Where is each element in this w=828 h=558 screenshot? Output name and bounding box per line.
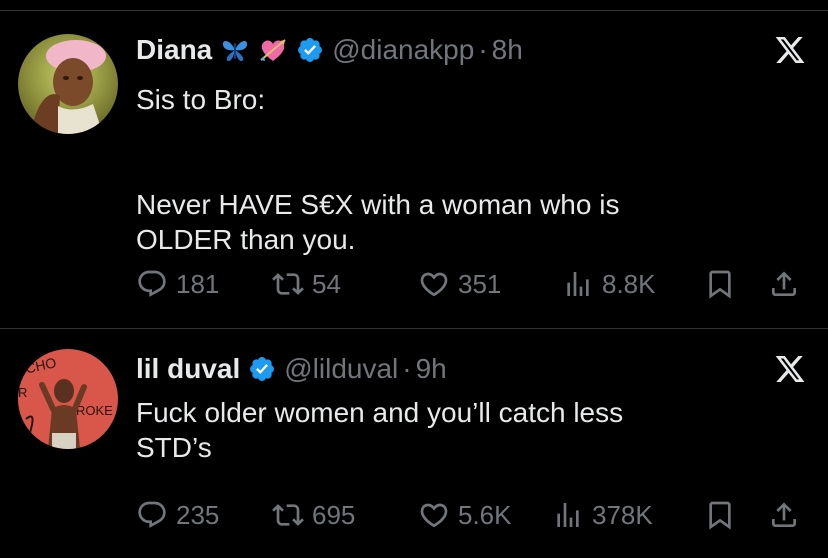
reply-count: 181: [176, 268, 220, 299]
tweet-text-line: Sis to Bro:: [136, 84, 266, 115]
share-icon: [772, 502, 796, 527]
x-logo-icon: [774, 34, 806, 66]
tweet-text-line: OLDER than you.: [136, 224, 356, 255]
tweet-text: Fuck older women and you’ll catch less S…: [136, 395, 786, 465]
repost-count: 54: [312, 268, 341, 299]
views-count: 8.8K: [602, 268, 656, 299]
repost-button[interactable]: 695: [272, 495, 355, 535]
bookmark-button[interactable]: [704, 495, 736, 535]
share-icon: [772, 271, 796, 296]
tweet-text-line: Never HAVE S€X with a woman who is: [136, 189, 620, 220]
tweet-header: Diana @dianakpp · 8h: [136, 32, 523, 68]
display-name[interactable]: lil duval: [136, 353, 240, 385]
tweet-text-line: [136, 117, 786, 152]
verified-badge-icon[interactable]: [296, 36, 324, 64]
share-button[interactable]: [768, 264, 800, 304]
avatar[interactable]: [18, 34, 118, 134]
reply-icon: [138, 270, 166, 297]
handle[interactable]: @lilduval: [284, 353, 398, 385]
bookmark-icon: [709, 270, 731, 299]
tweet[interactable]: Diana @dianakpp · 8h Sis to Bro: Never H…: [0, 0, 828, 328]
tweet[interactable]: ICHO R ROKE lil duval @lilduval · 9h Fuc…: [0, 329, 828, 558]
like-button[interactable]: 5.6K: [418, 495, 512, 535]
repost-count: 695: [312, 499, 356, 530]
heart-icon: [420, 272, 448, 297]
views-chart-icon: [557, 503, 579, 527]
separator-dot: ·: [402, 353, 412, 384]
views-button[interactable]: 378K: [552, 495, 653, 535]
reply-button[interactable]: 235: [136, 495, 219, 535]
avatar[interactable]: ICHO R ROKE: [18, 349, 118, 449]
share-button[interactable]: [768, 495, 800, 535]
tweet-text: Sis to Bro: Never HAVE S€X with a woman …: [136, 82, 786, 257]
blue-butterfly-emoji: [220, 35, 250, 65]
bookmark-button[interactable]: [704, 264, 736, 304]
timestamp[interactable]: 8h: [492, 34, 523, 66]
tweet-text-line: STD’s: [136, 432, 212, 463]
separator-dot: ·: [478, 34, 488, 65]
tweet-text-line: Fuck older women and you’ll catch less: [136, 397, 624, 428]
action-bar: 181 54 351 8.8K: [136, 264, 808, 304]
views-chart-icon: [567, 272, 589, 296]
like-button[interactable]: 351: [418, 264, 501, 304]
svg-text:ROKE: ROKE: [76, 403, 113, 418]
handle[interactable]: @dianakpp: [332, 34, 474, 66]
svg-text:R: R: [18, 385, 27, 400]
like-count: 351: [458, 268, 502, 299]
heart-icon: [420, 503, 448, 528]
views-button[interactable]: 8.8K: [562, 264, 656, 304]
tweet-header: lil duval @lilduval · 9h: [136, 351, 447, 387]
x-logo-icon: [774, 353, 806, 385]
reply-button[interactable]: 181: [136, 264, 219, 304]
bookmark-icon: [709, 501, 731, 530]
repost-icon: [272, 273, 304, 295]
verified-badge-icon[interactable]: [248, 355, 276, 383]
display-name[interactable]: Diana: [136, 34, 212, 66]
reply-icon: [138, 501, 166, 528]
views-count: 378K: [592, 499, 653, 530]
heart-with-arrow-emoji: [258, 35, 288, 65]
action-bar: 235 695 5.6K 378K: [136, 495, 808, 535]
reply-count: 235: [176, 499, 220, 530]
timestamp[interactable]: 9h: [416, 353, 447, 385]
repost-button[interactable]: 54: [272, 264, 341, 304]
avatar-image: [18, 34, 118, 134]
avatar-image: ICHO R ROKE: [18, 349, 118, 449]
repost-icon: [272, 504, 304, 526]
like-count: 5.6K: [458, 499, 512, 530]
